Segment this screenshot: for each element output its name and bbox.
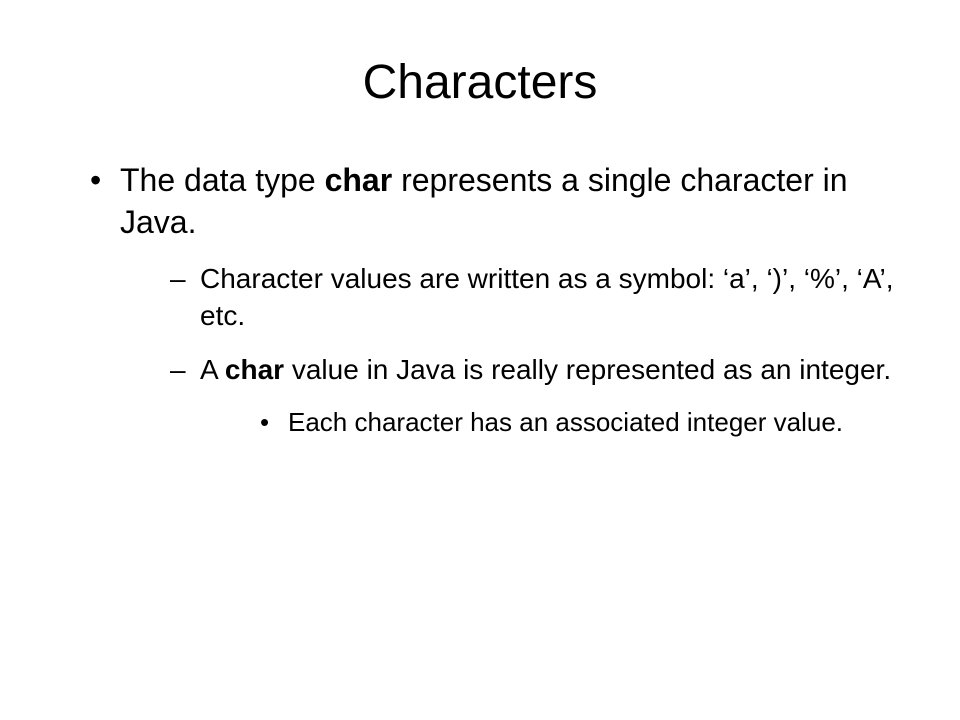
bullet-item-3: A char value in Java is really represent… <box>170 352 900 440</box>
bullet-item-4: Each character has an associated integer… <box>260 406 900 440</box>
bullet-list-level3: Each character has an associated integer… <box>200 406 900 440</box>
bullet3-text-part1: A <box>200 354 225 385</box>
bullet1-text-part1: The data type <box>120 162 325 198</box>
bullet-item-1: The data type char represents a single c… <box>90 160 900 440</box>
bullet1-bold: char <box>325 162 393 198</box>
bullet4-text: Each character has an associated integer… <box>288 407 843 437</box>
bullet2-text: Character values are written as a symbol… <box>200 263 894 330</box>
slide-title: Characters <box>60 55 900 110</box>
bullet3-bold: char <box>225 354 284 385</box>
bullet-list-level1: The data type char represents a single c… <box>60 160 900 440</box>
bullet3-text-part2: value in Java is really represented as a… <box>284 354 891 385</box>
bullet-list-level2: Character values are written as a symbol… <box>120 261 900 440</box>
bullet-item-2: Character values are written as a symbol… <box>170 261 900 334</box>
